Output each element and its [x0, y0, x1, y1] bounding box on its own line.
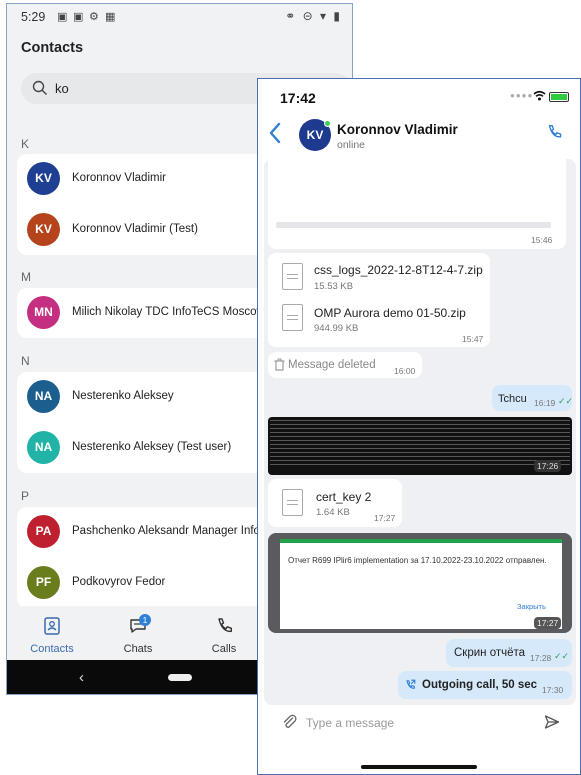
contact-name: Koronnov Vladimir [72, 172, 166, 184]
file-name[interactable]: cert_key 2 [316, 490, 371, 504]
message-text: Tchcu [498, 393, 527, 405]
android-status-bar: 5:29 ▣ ▣ ⚙ ▦ ⚭ ⊝ ▾ ▮ [7, 4, 352, 30]
file-icon [282, 489, 303, 516]
tab-label: Contacts [30, 643, 74, 655]
dialog-accent-bar [280, 539, 562, 543]
avatar: NA [27, 380, 60, 413]
nav-home-pill[interactable] [168, 674, 192, 681]
section-letter-m: M [21, 270, 31, 284]
contact-card-icon [44, 617, 60, 635]
sim-icon: ▣ [73, 11, 84, 23]
file-size: 1.64 KB [316, 507, 350, 518]
message-time: 16:19 [534, 398, 556, 408]
avatar: PA [27, 515, 60, 548]
message-time: 15:47 [462, 334, 484, 344]
back-chevron-icon[interactable] [268, 121, 282, 145]
file-message[interactable]: css_logs_2022-12-8T12-4-7.zip 15.53 KB O… [268, 253, 490, 347]
phone-icon[interactable] [545, 123, 563, 141]
call-text: Outgoing call, 50 sec [422, 679, 538, 691]
contact-name: Milich Nikolay TDC InfoTeCS Moscow A [72, 306, 276, 318]
status-time: 5:29 [21, 10, 46, 24]
chat-contact-status: online [337, 139, 366, 151]
tab-calls[interactable]: Calls [179, 606, 269, 660]
file-name[interactable]: css_logs_2022-12-8T12-4-7.zip [314, 263, 483, 277]
section-letter-p: P [21, 489, 30, 503]
search-icon [32, 80, 47, 95]
outgoing-call-message[interactable]: Outgoing call, 50 sec 17:30 [398, 671, 572, 699]
unread-badge: 1 [139, 614, 151, 626]
message-time: 16:00 [394, 366, 416, 376]
tab-chats[interactable]: Chats [93, 606, 183, 660]
message-time: 15:46 [531, 235, 553, 245]
tab-label: Calls [211, 643, 237, 655]
file-icon [282, 263, 303, 290]
contact-name: Podkovyrov Fedor [72, 576, 166, 588]
message-list: 15:46 css_logs_2022-12-8T12-4-7.zip 15.5… [264, 153, 576, 705]
image-message-screenshot[interactable]: Отчет R699 IPlir6 implementation за 17.1… [268, 533, 572, 633]
avatar: KV [27, 162, 60, 195]
status-time: 17:42 [280, 90, 316, 106]
deleted-text: Message deleted [288, 359, 376, 371]
message-input-bar: Type a message [268, 706, 572, 740]
tab-contacts[interactable]: Contacts [7, 606, 97, 660]
contact-name: Pashchenko Aleksandr Manager Infote [72, 525, 270, 537]
send-icon[interactable] [544, 714, 560, 730]
dialog-text: Отчет R699 IPlir6 implementation за 17.1… [288, 556, 547, 565]
read-checks-icon: ✓✓ [558, 396, 574, 406]
ios-home-indicator [361, 765, 477, 769]
gear-icon: ⚙ [89, 11, 99, 23]
avatar: MN [27, 296, 60, 329]
signal-icon: ●●●● [510, 91, 534, 100]
message-text: Скрин отчёта [454, 647, 526, 659]
outgoing-call-icon [406, 679, 416, 689]
message-time: 17:28 [530, 653, 552, 663]
page-title: Contacts [21, 40, 84, 56]
read-checks-icon: ✓✓ [554, 651, 570, 661]
file-size: 944.99 KB [314, 323, 359, 334]
message-bubble[interactable]: 15:46 [268, 153, 566, 249]
dialog-preview: Отчет R699 IPlir6 implementation за 17.1… [280, 539, 562, 629]
status-right-icons: ⚭ ⊝ ▾ ▮ [285, 9, 342, 23]
online-indicator [324, 120, 331, 127]
ios-status-bar: 17:42 ●●●● [258, 79, 580, 109]
battery-icon [549, 92, 569, 102]
wifi-icon [533, 90, 546, 101]
file-icon [282, 304, 303, 331]
tab-label: Chats [123, 643, 153, 655]
file-message[interactable]: cert_key 2 1.64 KB 17:27 [268, 479, 402, 527]
grid-icon: ▦ [105, 11, 116, 23]
ios-chat-screen: 17:42 ●●●● KV Koronnov Vladimir online 1… [257, 78, 581, 775]
outgoing-message[interactable]: Tchcu 16:19 ✓✓ [492, 385, 574, 411]
file-size: 15.53 KB [314, 281, 354, 292]
message-time: 17:27 [534, 617, 562, 629]
chat-header: KV Koronnov Vladimir online [258, 111, 580, 159]
chat-contact-name[interactable]: Koronnov Vladimir [337, 122, 458, 137]
phone-icon [218, 618, 232, 633]
file-name[interactable]: OMP Aurora demo 01-50.zip [314, 306, 466, 320]
contact-name: Nesterenko Aleksey [72, 390, 174, 402]
avatar: NA [27, 431, 60, 464]
deleted-message: Message deleted 16:00 [268, 352, 422, 378]
avatar: KV [27, 213, 60, 246]
attach-paperclip-icon[interactable] [282, 714, 298, 730]
dialog-close-link: Закрыть [517, 602, 546, 611]
search-value: ko [55, 81, 69, 96]
message-time: 17:26 [534, 460, 562, 472]
media-placeholder [276, 222, 551, 228]
section-letter-n: N [21, 354, 30, 368]
nav-back-icon[interactable]: ‹ [79, 669, 84, 686]
avatar: PF [27, 566, 60, 599]
contact-name: Koronnov Vladimir (Test) [72, 223, 198, 235]
sim-icon: ▣ [57, 11, 68, 23]
outgoing-message[interactable]: Скрин отчёта 17:28 ✓✓ [446, 639, 572, 667]
message-input[interactable]: Type a message [306, 716, 394, 730]
message-time: 17:30 [542, 685, 564, 695]
message-time: 17:27 [374, 513, 396, 523]
contact-name: Nesterenko Aleksey (Test user) [72, 441, 232, 453]
image-message-terminal[interactable]: 17:26 [268, 417, 572, 475]
section-letter-k: K [21, 137, 30, 151]
trash-icon [274, 358, 285, 371]
